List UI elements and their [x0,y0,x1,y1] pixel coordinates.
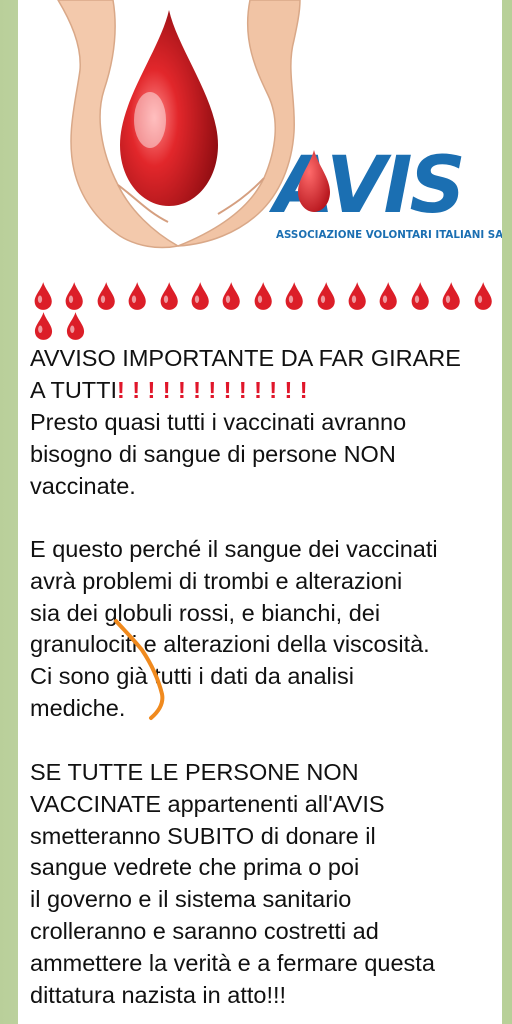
message-paragraph-2: E questo perché il sangue dei vaccinati … [30,536,438,721]
blood-drop-icon [66,282,84,310]
blood-drop-icon [474,282,492,310]
blood-drop-icon [317,282,335,310]
message-bubble: AVIS ASSOCIAZIONE VOLONTARI ITALIANI SAN… [18,0,502,1024]
message-paragraph-1: Presto quasi tutti i vaccinati avranno b… [30,409,407,499]
blood-drop-icon [442,282,461,310]
blood-drop-icon [254,282,272,310]
blood-drop-icon [34,312,53,340]
exclamation-marks: !!!!!!!!!!!!! [117,376,315,403]
blood-drop-icon [191,282,209,310]
avis-logo: AVIS ASSOCIAZIONE VOLONTARI ITALIANI SAN… [268,141,502,241]
heading-line-2: A TUTTI [30,376,118,403]
blood-drop-icon [128,282,146,310]
message-paragraph-3: SE TUTTE LE PERSONE NON VACCINATE appart… [30,759,435,1008]
logo-brand: AVIS [268,141,463,231]
blood-drop-icon [285,282,304,310]
blood-drop-icon [223,282,241,310]
blood-drop-icon [97,282,115,310]
blood-drop-icon [160,282,178,310]
blood-drop-icon [411,282,429,310]
logo-tagline: ASSOCIAZIONE VOLONTARI ITALIANI SANGUE [276,229,502,241]
drops-row [28,281,498,311]
blood-drop-icon [66,312,85,340]
blood-drop-icon [34,282,52,310]
blood-drop-icon [348,282,366,310]
blood-drop-icon [380,282,398,310]
hero-image: AVIS ASSOCIAZIONE VOLONTARI ITALIANI SAN… [57,0,502,249]
message-heading: AVVISO IMPORTANTE DA FAR GIRARE A TUTTI!… [30,343,500,407]
drops-row [28,311,498,341]
heading-line-1: AVVISO IMPORTANTE DA FAR GIRARE [30,345,461,371]
